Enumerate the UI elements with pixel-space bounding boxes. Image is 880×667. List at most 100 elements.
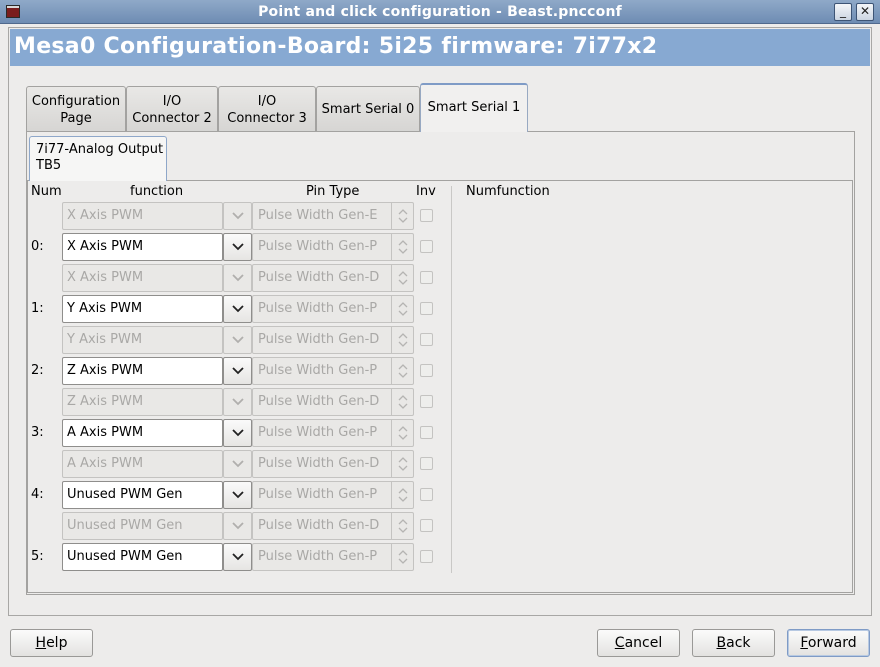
- function-select: X Axis PWM: [62, 202, 252, 230]
- updown-arrows-icon: [391, 234, 413, 260]
- chevron-down-icon[interactable]: [223, 543, 252, 571]
- header-bar: Mesa0 Configuration-Board: 5i25 firmware…: [10, 29, 870, 66]
- updown-arrows-icon: [391, 203, 413, 229]
- chevron-down-icon: [223, 388, 252, 416]
- tab-label: Page: [60, 111, 92, 126]
- cancel-button[interactable]: Cancel: [597, 629, 680, 657]
- chevron-down-icon: [223, 326, 252, 354]
- function-select: Z Axis PWM: [62, 388, 252, 416]
- pin-type-select: Pulse Width Gen-P: [252, 357, 414, 385]
- back-button[interactable]: Back: [692, 629, 775, 657]
- function-select: X Axis PWM: [62, 264, 252, 292]
- pin-type-select: Pulse Width Gen-P: [252, 233, 414, 261]
- forward-label: orward: [807, 635, 857, 651]
- function-select[interactable]: Unused PWM Gen: [62, 543, 252, 571]
- invert-checkbox: [420, 395, 433, 408]
- pin-type-value: Pulse Width Gen-P: [258, 239, 378, 254]
- cancel-label: ancel: [624, 635, 663, 651]
- column-header-num: Num: [31, 184, 62, 199]
- row-number: 0:: [31, 239, 44, 254]
- function-value: Unused PWM Gen: [67, 518, 183, 533]
- function-select[interactable]: Z Axis PWM: [62, 357, 252, 385]
- chevron-down-icon[interactable]: [223, 295, 252, 323]
- updown-arrows-icon: [391, 513, 413, 539]
- tab-smart-serial-0[interactable]: Smart Serial 0: [316, 86, 420, 132]
- updown-arrows-icon: [391, 327, 413, 353]
- invert-checkbox: [420, 240, 433, 253]
- pin-type-value: Pulse Width Gen-D: [258, 394, 380, 409]
- tab-7i77-analog-output[interactable]: 7i77-Analog Output TB5: [29, 136, 167, 181]
- invert-checkbox: [420, 519, 433, 532]
- tab-label: Connector 3: [227, 111, 307, 126]
- row-number: 5:: [31, 549, 44, 564]
- function-select[interactable]: Y Axis PWM: [62, 295, 252, 323]
- invert-checkbox: [420, 457, 433, 470]
- updown-arrows-icon: [391, 451, 413, 477]
- chevron-down-icon[interactable]: [223, 233, 252, 261]
- tab-configuration-page[interactable]: Configuration Page: [26, 86, 126, 132]
- cancel-accelerator: C: [614, 635, 625, 651]
- function-select[interactable]: Unused PWM Gen: [62, 481, 252, 509]
- updown-arrows-icon: [391, 265, 413, 291]
- back-accelerator: B: [716, 635, 727, 651]
- tab-io-connector-2[interactable]: I/O Connector 2: [126, 86, 218, 132]
- function-value: Unused PWM Gen: [67, 487, 183, 502]
- updown-arrows-icon: [391, 482, 413, 508]
- tab-label: I/O: [257, 94, 277, 109]
- function-select: Y Axis PWM: [62, 326, 252, 354]
- function-select[interactable]: A Axis PWM: [62, 419, 252, 447]
- function-select: A Axis PWM: [62, 450, 252, 478]
- back-label: ack: [726, 635, 751, 651]
- pin-type-value: Pulse Width Gen-P: [258, 549, 378, 564]
- window-title: Point and click configuration - Beast.pn…: [258, 4, 622, 20]
- pin-type-select: Pulse Width Gen-D: [252, 264, 414, 292]
- tab-label: Configuration: [31, 94, 121, 109]
- updown-arrows-icon: [391, 420, 413, 446]
- help-accelerator: H: [35, 635, 47, 651]
- tab-label: Smart Serial 0: [321, 102, 415, 117]
- minimize-button[interactable]: _: [834, 3, 852, 21]
- function-value: Z Axis PWM: [67, 363, 144, 378]
- function-value: Y Axis PWM: [67, 332, 143, 347]
- function-value: A Axis PWM: [67, 456, 144, 471]
- invert-checkbox: [420, 364, 433, 377]
- help-button[interactable]: Help: [10, 629, 93, 657]
- sub-tab-label: TB5: [36, 158, 62, 173]
- pin-type-select: Pulse Width Gen-D: [252, 450, 414, 478]
- chevron-down-icon[interactable]: [223, 481, 252, 509]
- forward-button[interactable]: Forward: [787, 629, 870, 657]
- pin-type-value: Pulse Width Gen-P: [258, 425, 378, 440]
- row-number: 2:: [31, 363, 44, 378]
- pin-type-select: Pulse Width Gen-E: [252, 202, 414, 230]
- invert-checkbox: [420, 333, 433, 346]
- pin-type-value: Pulse Width Gen-D: [258, 456, 380, 471]
- updown-arrows-icon: [391, 389, 413, 415]
- chevron-down-icon[interactable]: [223, 419, 252, 447]
- sub-tab-label: 7i77-Analog Output: [36, 142, 164, 157]
- chevron-down-icon[interactable]: [223, 357, 252, 385]
- minimize-icon: _: [840, 4, 846, 18]
- column-header-inv: Inv: [416, 184, 436, 199]
- close-window-button[interactable]: ✕: [856, 3, 874, 21]
- invert-checkbox: [420, 271, 433, 284]
- row-number: 3:: [31, 425, 44, 440]
- tab-smart-serial-1[interactable]: Smart Serial 1: [420, 83, 528, 132]
- page-title: Mesa0 Configuration-Board: 5i25 firmware…: [14, 34, 658, 59]
- forward-accelerator: F: [800, 635, 808, 651]
- function-value: A Axis PWM: [67, 425, 144, 440]
- invert-checkbox: [420, 488, 433, 501]
- pin-type-value: Pulse Width Gen-E: [258, 208, 378, 223]
- window-titlebar[interactable]: Point and click configuration - Beast.pn…: [0, 0, 880, 24]
- function-select[interactable]: X Axis PWM: [62, 233, 252, 261]
- invert-checkbox: [420, 550, 433, 563]
- function-value: X Axis PWM: [67, 270, 144, 285]
- pin-type-value: Pulse Width Gen-P: [258, 363, 378, 378]
- function-value: Z Axis PWM: [67, 394, 144, 409]
- tab-io-connector-3[interactable]: I/O Connector 3: [218, 86, 316, 132]
- tab-label: Connector 2: [132, 111, 212, 126]
- tab-label: I/O: [162, 94, 182, 109]
- invert-checkbox: [420, 209, 433, 222]
- pin-type-value: Pulse Width Gen-D: [258, 518, 380, 533]
- pin-type-select: Pulse Width Gen-P: [252, 481, 414, 509]
- pin-type-value: Pulse Width Gen-D: [258, 332, 380, 347]
